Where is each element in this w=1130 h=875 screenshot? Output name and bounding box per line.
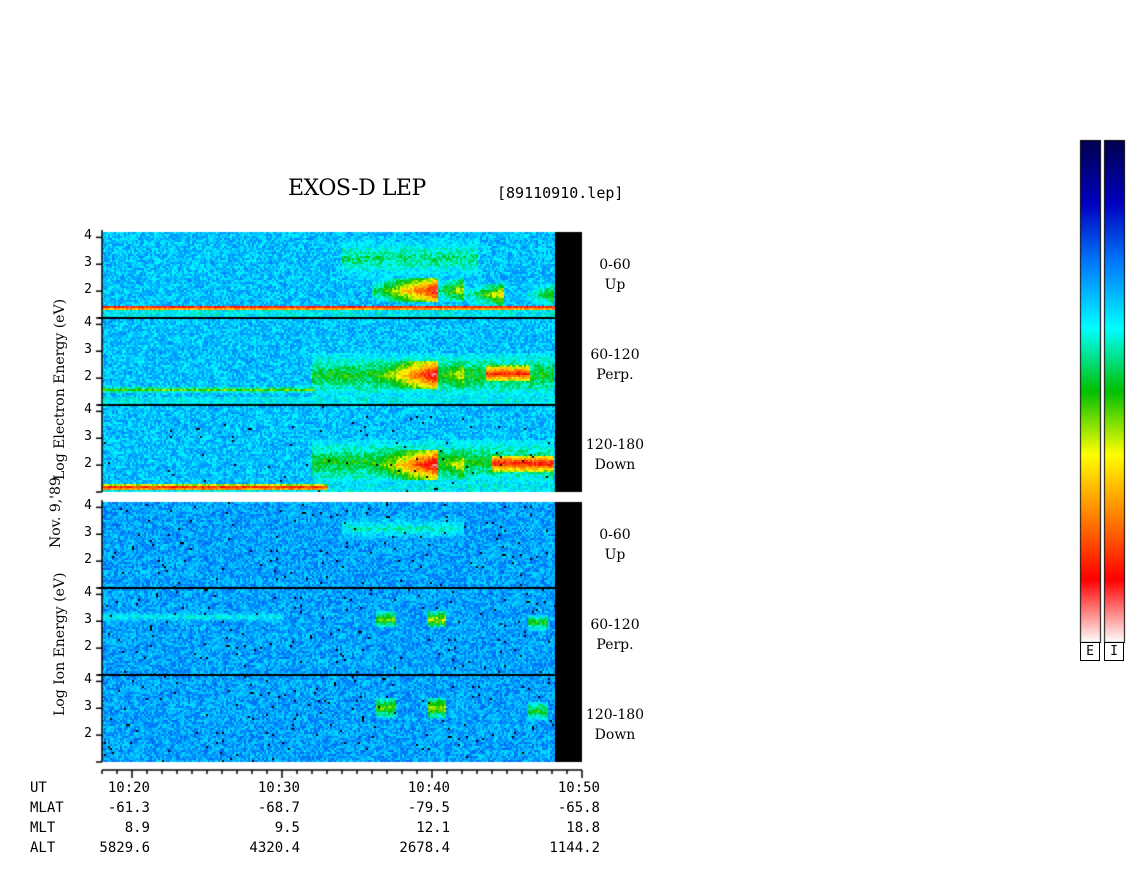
eph-name-ut: UT bbox=[30, 780, 47, 796]
y-tick-label: 3 bbox=[84, 342, 92, 358]
colorbar-label-electron: E bbox=[1080, 642, 1100, 661]
y-tick-label: 3 bbox=[84, 612, 92, 628]
y-tick-label: 2 bbox=[84, 456, 92, 472]
y-tick-label: 3 bbox=[84, 255, 92, 271]
date-label: Nov. 9,'89 bbox=[48, 477, 64, 548]
channel-range: 60-120 bbox=[590, 347, 640, 363]
channel-range: 60-120 bbox=[590, 617, 640, 633]
ephemeris-value: 10:50 bbox=[557, 780, 600, 796]
ephemeris-value: -79.5 bbox=[407, 800, 450, 816]
ephemeris-value: -68.7 bbox=[257, 800, 300, 816]
channel-range: 0-60 bbox=[599, 527, 631, 543]
y-tick-label: 4 bbox=[84, 585, 92, 601]
channel-label-e-perp: 60-120 Perp. bbox=[585, 345, 645, 385]
channel-range: 0-60 bbox=[599, 257, 631, 273]
spectrogram-canvas bbox=[0, 0, 1130, 875]
colorbar-label-ion: I bbox=[1104, 642, 1124, 661]
channel-label-i-up: 0-60 Up bbox=[585, 525, 645, 565]
eph-name-mlat: MLAT bbox=[30, 800, 64, 816]
y-tick-label: 2 bbox=[84, 552, 92, 568]
y-tick-label: 4 bbox=[84, 315, 92, 331]
y-tick-label: 4 bbox=[84, 498, 92, 514]
channel-direction: Down bbox=[594, 727, 636, 743]
ephemeris-value: 5829.6 bbox=[99, 840, 150, 856]
ephemeris-value: 10:30 bbox=[257, 780, 300, 796]
ephemeris-value: 10:20 bbox=[107, 780, 150, 796]
eph-name-mlt: MLT bbox=[30, 820, 56, 836]
y-tick-label: 4 bbox=[84, 228, 92, 244]
y-tick-label: 2 bbox=[84, 639, 92, 655]
ephemeris-value: -65.8 bbox=[557, 800, 600, 816]
ephemeris-value: 12.1 bbox=[416, 820, 450, 836]
y-tick-label: 4 bbox=[84, 672, 92, 688]
channel-direction: Down bbox=[594, 457, 636, 473]
y-tick-label: 2 bbox=[84, 369, 92, 385]
channel-direction: Up bbox=[604, 547, 626, 563]
ephemeris-value: 4320.4 bbox=[249, 840, 300, 856]
channel-label-i-down: 120-180 Down bbox=[585, 705, 645, 745]
y-tick-label: 4 bbox=[84, 402, 92, 418]
y-tick-label: 2 bbox=[84, 726, 92, 742]
channel-label-e-up: 0-60 Up bbox=[585, 255, 645, 295]
y-tick-label: 2 bbox=[84, 282, 92, 298]
ephemeris-value: 10:40 bbox=[407, 780, 450, 796]
ephemeris-value: 1144.2 bbox=[549, 840, 600, 856]
ephemeris-value: 8.9 bbox=[124, 820, 150, 836]
electron-y-label: Log Electron Energy (eV) bbox=[52, 298, 68, 480]
channel-direction: Up bbox=[604, 277, 626, 293]
eph-name-alt: ALT bbox=[30, 840, 56, 856]
channel-label-e-down: 120-180 Down bbox=[585, 435, 645, 475]
channel-direction: Perp. bbox=[596, 367, 634, 383]
channel-label-i-perp: 60-120 Perp. bbox=[585, 615, 645, 655]
y-tick-label: 3 bbox=[84, 429, 92, 445]
ephemeris-value: -61.3 bbox=[107, 800, 150, 816]
channel-range: 120-180 bbox=[585, 707, 645, 723]
ephemeris-value: 18.8 bbox=[566, 820, 600, 836]
ephemeris-value: 9.5 bbox=[274, 820, 300, 836]
channel-direction: Perp. bbox=[596, 637, 634, 653]
file-name: [89110910.lep] bbox=[497, 184, 624, 202]
channel-range: 120-180 bbox=[585, 437, 645, 453]
y-tick-label: 3 bbox=[84, 525, 92, 541]
y-tick-label: 3 bbox=[84, 699, 92, 715]
ephemeris-value: 2678.4 bbox=[399, 840, 450, 856]
ion-y-label: Log Ion Energy (eV) bbox=[52, 572, 68, 716]
chart-title: EXOS-D LEP bbox=[288, 176, 426, 201]
